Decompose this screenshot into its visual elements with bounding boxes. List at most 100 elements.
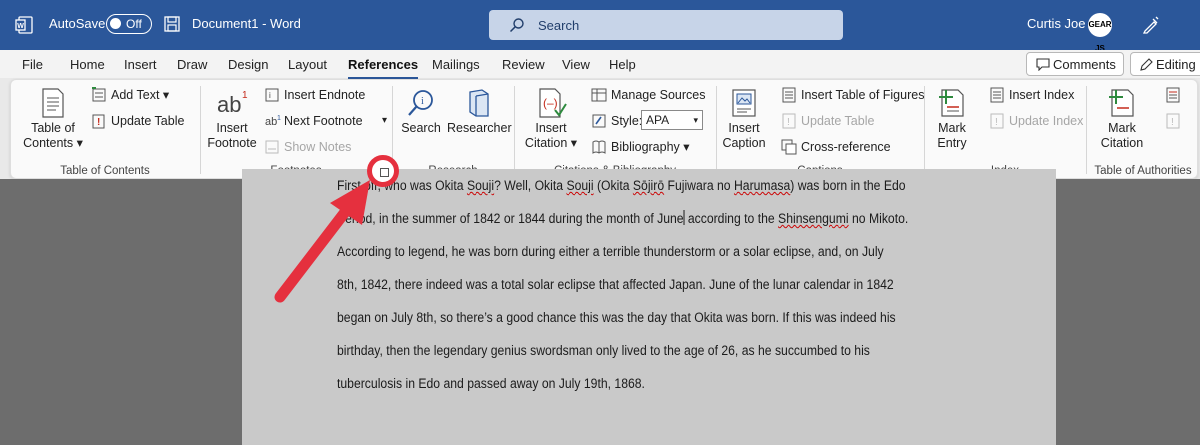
red-arrow-annotation	[274, 180, 370, 303]
insert-footnote-button[interactable]: ab 1 Insert Footnote	[206, 88, 258, 151]
add-text-icon	[92, 87, 106, 102]
style-icon	[592, 114, 606, 128]
update-table-of-authorities-icon[interactable]: !	[1165, 113, 1181, 129]
comments-button[interactable]: Comments	[1026, 52, 1124, 76]
user-name[interactable]: Curtis Joe	[1027, 16, 1086, 31]
group-research: i Search Researcher Research	[393, 80, 513, 180]
tab-help[interactable]: Help	[609, 57, 636, 72]
title-bar: W AutoSave Off Document1 - Word Search C…	[0, 0, 1200, 53]
next-footnote-label: Next Footnote	[284, 114, 363, 128]
ribbon-references: Table of Contents ▾ Add Text ▾ ! Update …	[10, 79, 1198, 179]
insert-citation-button[interactable]: (–) Insert Citation ▾	[521, 88, 581, 151]
search-magnifier-icon: i	[408, 90, 433, 116]
editing-button[interactable]: Editing	[1130, 52, 1200, 76]
search-box[interactable]: Search	[489, 10, 843, 40]
svg-text:i: i	[269, 91, 271, 100]
bibliography-icon	[592, 140, 606, 154]
svg-text:1: 1	[277, 115, 281, 122]
tab-review[interactable]: Review	[502, 57, 545, 72]
insert-table-of-authorities-icon[interactable]	[1165, 87, 1181, 103]
add-text-label: Add Text	[111, 88, 160, 102]
search-ribbon-button[interactable]: i Search	[399, 88, 443, 136]
group-index: Mark Entry Insert Index ! Update Index I…	[925, 80, 1085, 180]
tab-mailings[interactable]: Mailings	[432, 57, 480, 72]
group-label-toc: Table of Contents	[60, 165, 150, 177]
autosave-state: Off	[126, 17, 142, 31]
table-of-contents-button[interactable]: Table of Contents ▾	[23, 88, 83, 151]
insert-citation-label-1: Insert	[535, 121, 567, 135]
group-footnotes: ab 1 Insert Footnote i Insert Endnote ab…	[201, 80, 391, 180]
insert-caption-button[interactable]: Insert Caption	[719, 88, 769, 151]
mark-citation-button[interactable]: Mark Citation	[1097, 88, 1147, 151]
insert-caption-label-2: Caption	[722, 136, 766, 150]
edit-pencil-icon	[1140, 58, 1153, 71]
researcher-label: Researcher	[447, 121, 512, 135]
autosave-label: AutoSave	[49, 16, 106, 31]
group-table-of-authorities: Mark Citation ! Table of Authorities	[1087, 80, 1199, 180]
mark-citation-icon	[1109, 89, 1134, 117]
paragraph-line: tuberculosis in Edo and passed away on J…	[337, 376, 645, 392]
avatar[interactable]: GEAR JS	[1088, 13, 1112, 53]
chevron-down-icon: ▾	[693, 115, 698, 125]
tab-view[interactable]: View	[562, 57, 590, 72]
tab-draw[interactable]: Draw	[177, 57, 207, 72]
style-select-value: APA	[646, 113, 670, 127]
update-index-icon: !	[990, 113, 1004, 129]
word-logo-icon: W	[15, 16, 33, 34]
update-index-label: Update Index	[1009, 114, 1084, 128]
dialog-launcher-icon	[380, 168, 389, 177]
paragraph-line: began on July 8th, so there’s a good cha…	[337, 310, 896, 326]
update-table-icon: !	[782, 113, 796, 129]
mark-entry-label-2: Entry	[937, 136, 967, 150]
tab-design[interactable]: Design	[228, 57, 268, 72]
mark-citation-label-1: Mark	[1108, 121, 1136, 135]
svg-text:i: i	[421, 96, 424, 107]
tab-references[interactable]: References	[348, 57, 419, 80]
insert-index-label: Insert Index	[1009, 88, 1075, 102]
group-label-authorities: Table of Authorities	[1094, 165, 1192, 177]
comments-label: Comments	[1053, 57, 1116, 72]
toggle-knob	[110, 18, 121, 29]
show-notes-icon	[265, 140, 279, 154]
insert-index-icon	[990, 87, 1004, 103]
editing-label: Editing	[1156, 57, 1196, 72]
autosave-toggle[interactable]: Off	[106, 14, 152, 34]
tab-home[interactable]: Home	[70, 57, 105, 72]
search-icon	[509, 18, 524, 33]
svg-text:1: 1	[242, 90, 248, 101]
tab-insert[interactable]: Insert	[124, 57, 157, 72]
manage-sources-icon	[591, 88, 607, 102]
mark-entry-button[interactable]: Mark Entry	[929, 88, 975, 151]
document-title: Document1 - Word	[192, 16, 301, 31]
insert-table-of-figures-label: Insert Table of Figures	[801, 88, 925, 102]
menu-bar: File Home Insert Draw Design Layout Refe…	[0, 50, 1200, 80]
paragraph-line: First off, who was Okita Souji? Well, Ok…	[337, 178, 906, 194]
style-select[interactable]: APA ▾	[641, 110, 703, 130]
svg-text:ab: ab	[217, 92, 241, 117]
save-icon[interactable]	[164, 16, 180, 32]
svg-text:!: !	[97, 117, 100, 128]
update-table-figures-label: Update Table	[801, 114, 875, 128]
insert-citation-label-2: Citation ▾	[524, 136, 578, 150]
update-table-label: Update Table	[111, 114, 185, 128]
insert-endnote-label: Insert Endnote	[284, 88, 366, 102]
svg-text:!: !	[787, 117, 790, 128]
pen-icon[interactable]	[1141, 15, 1161, 35]
search-placeholder: Search	[538, 18, 580, 33]
cross-reference-icon	[781, 139, 797, 155]
paragraph-line: birthday, then the legendary genius swor…	[337, 343, 870, 359]
tab-layout[interactable]: Layout	[288, 57, 327, 72]
bibliography-label: Bibliography	[611, 140, 680, 154]
group-citations-bibliography: (–) Insert Citation ▾ Manage Sources Sty…	[515, 80, 715, 180]
tab-file[interactable]: File	[22, 57, 43, 72]
insert-citation-icon: (–)	[539, 88, 567, 118]
paragraph-line: 8th, 1842, there indeed was a total sola…	[337, 277, 894, 293]
table-of-contents-icon	[42, 88, 64, 118]
table-of-figures-icon	[782, 87, 796, 103]
researcher-button[interactable]: Researcher	[447, 88, 512, 136]
comment-icon	[1036, 58, 1050, 71]
document-body[interactable]: First off, who was Okita Souji? Well, Ok…	[337, 170, 908, 401]
show-notes-label: Show Notes	[284, 140, 352, 154]
next-footnote-dropdown-icon[interactable]: ▾	[382, 111, 387, 131]
svg-text:W: W	[17, 23, 24, 30]
